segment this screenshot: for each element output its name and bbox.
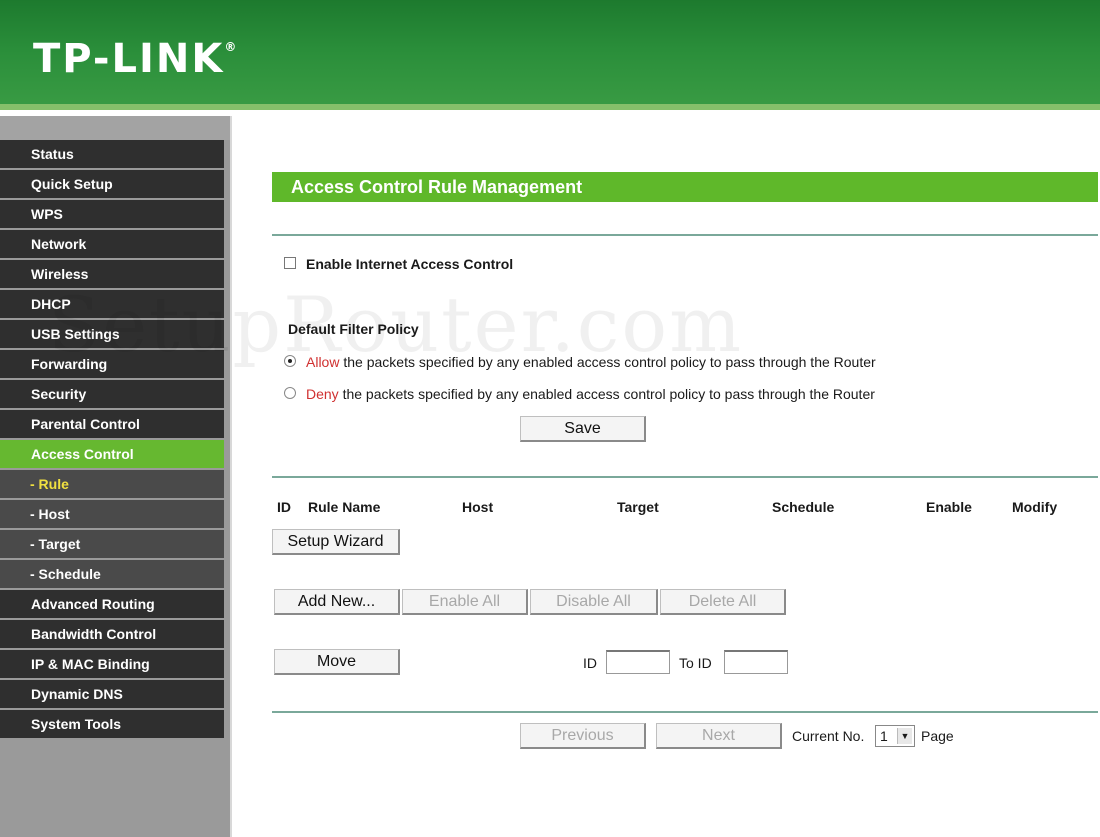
sidebar-subitem-target[interactable]: - Target (0, 530, 224, 558)
page-label: Page (921, 728, 954, 744)
column-header-host: Host (462, 499, 494, 515)
sidebar-item-wireless[interactable]: Wireless (0, 260, 224, 288)
default-filter-policy-label: Default Filter Policy (288, 321, 419, 337)
column-header-modify: Modify (1012, 499, 1058, 515)
allow-policy-text: Allow the packets specified by any enabl… (306, 354, 876, 370)
divider-bottom (272, 711, 1098, 713)
delete-all-button[interactable]: Delete All (660, 589, 786, 615)
enable-access-control-checkbox[interactable] (284, 257, 296, 269)
allow-policy-radio[interactable] (284, 355, 296, 367)
previous-page-button[interactable]: Previous (520, 723, 646, 749)
sidebar-item-quick-setup[interactable]: Quick Setup (0, 170, 224, 198)
sidebar-item-system-tools[interactable]: System Tools (0, 710, 224, 738)
sidebar-item-access-control[interactable]: Access Control (0, 440, 224, 468)
move-from-id-input[interactable] (606, 650, 670, 674)
sidebar-item-network[interactable]: Network (0, 230, 224, 258)
sidebar-item-security[interactable]: Security (0, 380, 224, 408)
disable-all-button[interactable]: Disable All (530, 589, 658, 615)
enable-all-button[interactable]: Enable All (402, 589, 528, 615)
sidebar: Status Quick Setup WPS Network Wireless … (0, 116, 230, 837)
sidebar-item-status[interactable]: Status (0, 140, 224, 168)
save-button[interactable]: Save (520, 416, 646, 442)
chevron-down-icon: ▼ (897, 728, 912, 744)
setup-wizard-button[interactable]: Setup Wizard (272, 529, 400, 555)
enable-access-control-label: Enable Internet Access Control (306, 256, 514, 272)
page-title: Access Control Rule Management (272, 172, 1098, 202)
sidebar-item-ip-mac-binding[interactable]: IP & MAC Binding (0, 650, 224, 678)
sidebar-item-wps[interactable]: WPS (0, 200, 224, 228)
sidebar-item-forwarding[interactable]: Forwarding (0, 350, 224, 378)
sidebar-subitem-rule[interactable]: - Rule (0, 470, 224, 498)
deny-policy-description: the packets specified by any enabled acc… (338, 386, 875, 402)
divider-top (272, 234, 1098, 236)
move-from-id-label: ID (583, 655, 597, 671)
deny-policy-radio[interactable] (284, 387, 296, 399)
next-page-button[interactable]: Next (656, 723, 782, 749)
move-button[interactable]: Move (274, 649, 400, 675)
column-header-rule-name: Rule Name (308, 499, 381, 515)
sidebar-item-dynamic-dns[interactable]: Dynamic DNS (0, 680, 224, 708)
move-to-id-input[interactable] (724, 650, 788, 674)
divider-middle (272, 476, 1098, 478)
column-header-schedule: Schedule (772, 499, 835, 515)
deny-policy-text: Deny the packets specified by any enable… (306, 386, 875, 402)
main-content: Access Control Rule Management Enable In… (232, 116, 1100, 837)
sidebar-item-usb-settings[interactable]: USB Settings (0, 320, 224, 348)
column-header-enable: Enable (926, 499, 972, 515)
sidebar-item-dhcp[interactable]: DHCP (0, 290, 224, 318)
add-new-button[interactable]: Add New... (274, 589, 400, 615)
sidebar-item-parental-control[interactable]: Parental Control (0, 410, 224, 438)
column-header-id: ID (277, 499, 291, 515)
allow-word: Allow (306, 354, 340, 370)
move-to-id-label: To ID (679, 655, 712, 671)
sidebar-top-gap (0, 116, 230, 140)
header-banner: TP-LINK® (0, 0, 1100, 110)
sidebar-item-advanced-routing[interactable]: Advanced Routing (0, 590, 224, 618)
header-stripe (0, 104, 1100, 110)
allow-policy-description: the packets specified by any enabled acc… (339, 354, 876, 370)
sidebar-item-bandwidth-control[interactable]: Bandwidth Control (0, 620, 224, 648)
deny-word: Deny (306, 386, 339, 402)
sidebar-subitem-schedule[interactable]: - Schedule (0, 560, 224, 588)
current-no-label: Current No. (792, 728, 865, 744)
current-page-value: 1 (880, 728, 888, 744)
column-header-target: Target (617, 499, 659, 515)
tp-link-logo: TP-LINK® (33, 36, 239, 82)
sidebar-subitem-host[interactable]: - Host (0, 500, 224, 528)
current-page-select[interactable]: 1 ▼ (875, 725, 915, 747)
